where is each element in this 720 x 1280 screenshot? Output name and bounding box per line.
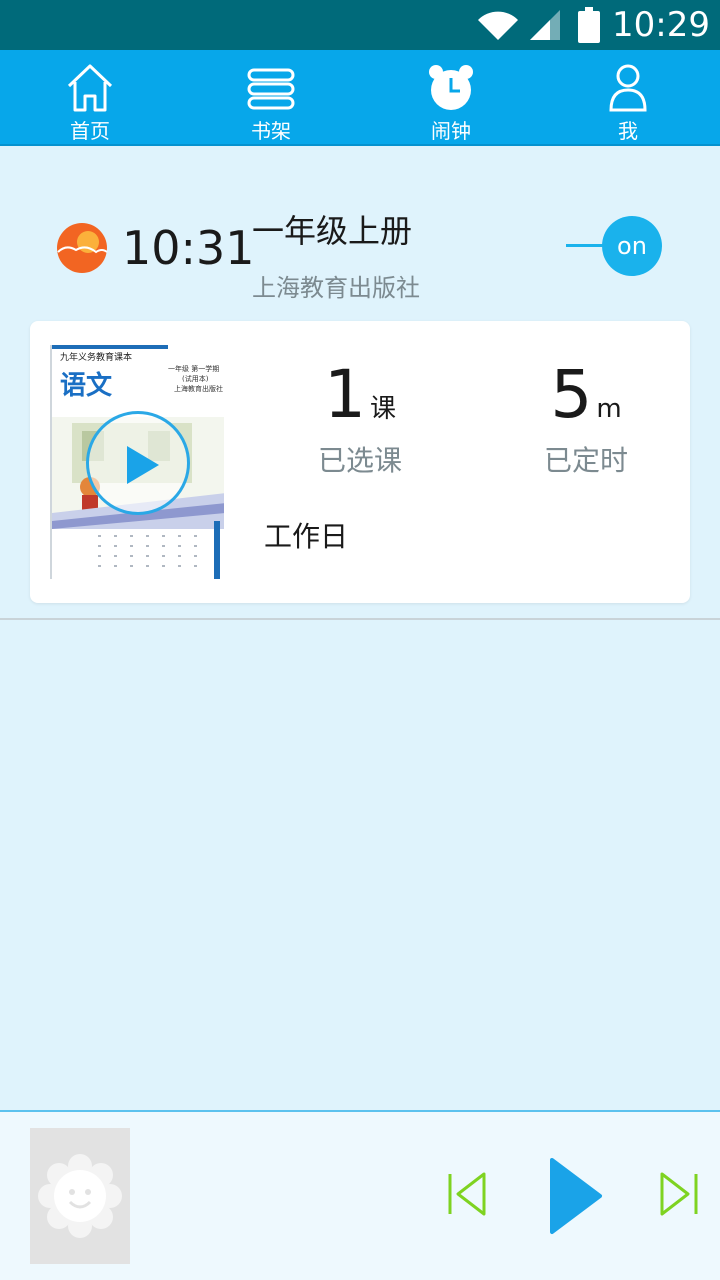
duration-stat: 5m 已定时: [486, 355, 686, 481]
repeat-days: 工作日: [264, 520, 349, 553]
duration-unit: m: [596, 394, 622, 424]
cover-subject: 语文: [60, 371, 113, 401]
duration-value-row: 5m: [486, 355, 686, 435]
player-bar: [0, 1110, 720, 1280]
cover-series: 九年义务教育课本: [60, 353, 133, 363]
home-icon: [67, 64, 113, 112]
nav-item-bookshelf[interactable]: 书架: [211, 50, 331, 146]
nav-bar: 首页 书架 闹钟 我: [0, 50, 720, 146]
battery-icon: [578, 7, 600, 43]
cover-side-bar: [214, 521, 220, 579]
nav-label-me: 我: [618, 119, 638, 143]
lessons-caption: 已选课: [317, 444, 402, 477]
duration-caption: 已定时: [543, 444, 628, 477]
alarm-time: 10:31: [122, 221, 255, 275]
smiley-flower-icon: [38, 1154, 122, 1238]
status-time: 10:29: [612, 5, 710, 45]
wifi-icon: [478, 11, 518, 40]
alarm-toggle[interactable]: on: [566, 216, 662, 276]
nav-label-home: 首页: [70, 119, 110, 143]
lessons-stat: 1课 已选课: [260, 355, 460, 481]
cover-trial: (试用本): [182, 375, 209, 383]
list-divider: [0, 618, 720, 620]
nav-label-bookshelf: 书架: [251, 119, 291, 143]
nav-item-me[interactable]: 我: [568, 50, 688, 146]
lessons-unit: 课: [369, 394, 396, 424]
user-icon: [609, 64, 647, 112]
toggle-knob: on: [602, 216, 662, 276]
previous-icon[interactable]: [446, 1170, 488, 1218]
play-icon: [127, 446, 159, 484]
cover-publisher: 上海教育出版社: [174, 385, 223, 393]
lessons-count: 1: [323, 356, 366, 433]
player-thumbnail[interactable]: [30, 1128, 130, 1264]
cover-text-dots: [98, 535, 197, 567]
next-icon[interactable]: [658, 1170, 700, 1218]
cover-grade: 一年级 第一学期: [168, 365, 220, 373]
player-play-icon[interactable]: [548, 1156, 604, 1236]
lessons-value-row: 1课: [260, 355, 460, 435]
toggle-track: [566, 244, 606, 247]
bookshelf-icon: [247, 68, 295, 110]
nav-item-alarm[interactable]: 闹钟: [391, 50, 511, 146]
alarm-clock-icon: [429, 65, 473, 110]
publisher-name: 上海教育出版社: [252, 274, 420, 302]
status-bar: 10:29: [0, 0, 720, 50]
nav-label-alarm: 闹钟: [431, 119, 471, 143]
duration-value: 5: [550, 356, 593, 433]
signal-icon: [530, 10, 560, 40]
book-title: 一年级上册: [252, 212, 413, 250]
cover-play-button[interactable]: [86, 411, 190, 515]
nav-item-home[interactable]: 首页: [30, 50, 150, 146]
lesson-card[interactable]: 九年义务教育课本 语文 一年级 第一学期 (试用本) 上海教育出版社 1 课 已…: [30, 321, 690, 603]
sun-cloud-icon: [57, 223, 108, 273]
cover-top-bar: [52, 345, 168, 349]
